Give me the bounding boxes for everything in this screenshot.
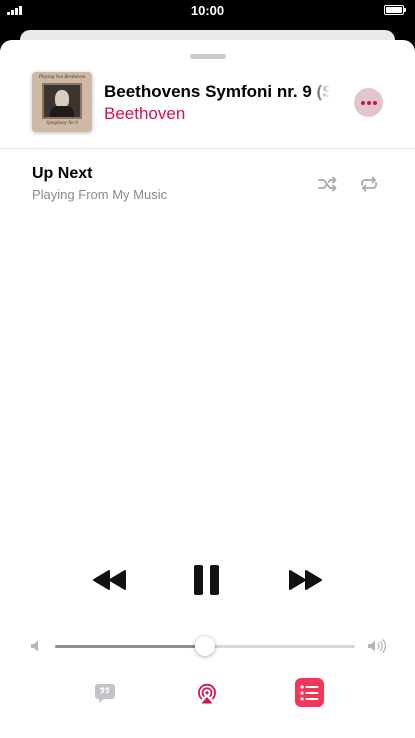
track-artist[interactable]: Beethoven [104, 104, 185, 124]
fast-forward-icon [289, 570, 322, 590]
pause-icon [194, 565, 219, 595]
lyrics-icon [95, 684, 115, 703]
status-bar: 10:00 [0, 0, 415, 22]
airplay-icon [198, 683, 216, 704]
up-next-title: Up Next [32, 165, 93, 182]
track-title: Beethovens Symfoni nr. 9 (S [104, 82, 330, 104]
rewind-button[interactable] [90, 565, 130, 595]
ellipsis-icon [360, 100, 365, 105]
more-options-button[interactable] [354, 88, 383, 117]
status-time: 10:00 [190, 3, 225, 18]
divider [0, 148, 415, 149]
volume-thumb[interactable] [195, 636, 215, 656]
shuffle-icon [318, 176, 337, 192]
portrait-frame [42, 83, 82, 119]
now-playing-sheet: Playing Von Beethoven Symphony No 9 Beet… [0, 40, 415, 738]
volume-min-icon [30, 639, 42, 653]
repeat-icon [361, 176, 377, 192]
battery-icon [384, 5, 406, 15]
rewind-icon [93, 570, 126, 590]
up-next-subtitle: Playing From My Music [32, 187, 168, 202]
volume-slider[interactable] [55, 636, 355, 656]
fast-forward-button[interactable] [285, 565, 325, 595]
airplay-button[interactable] [194, 680, 220, 706]
shuffle-button[interactable] [316, 172, 340, 196]
queue-button[interactable] [295, 678, 324, 707]
pause-button[interactable] [187, 562, 227, 598]
lyrics-button[interactable] [92, 680, 118, 706]
sheet-grabber[interactable] [190, 54, 226, 59]
album-artwork[interactable]: Playing Von Beethoven Symphony No 9 [32, 72, 92, 132]
queue-list-icon [299, 684, 318, 701]
volume-max-icon [367, 639, 387, 653]
volume-fill [55, 645, 205, 648]
repeat-button[interactable] [357, 172, 381, 196]
artwork-caption-top: Playing Von Beethoven [38, 75, 86, 80]
artwork-caption-bottom: Symphony No 9 [46, 121, 78, 126]
